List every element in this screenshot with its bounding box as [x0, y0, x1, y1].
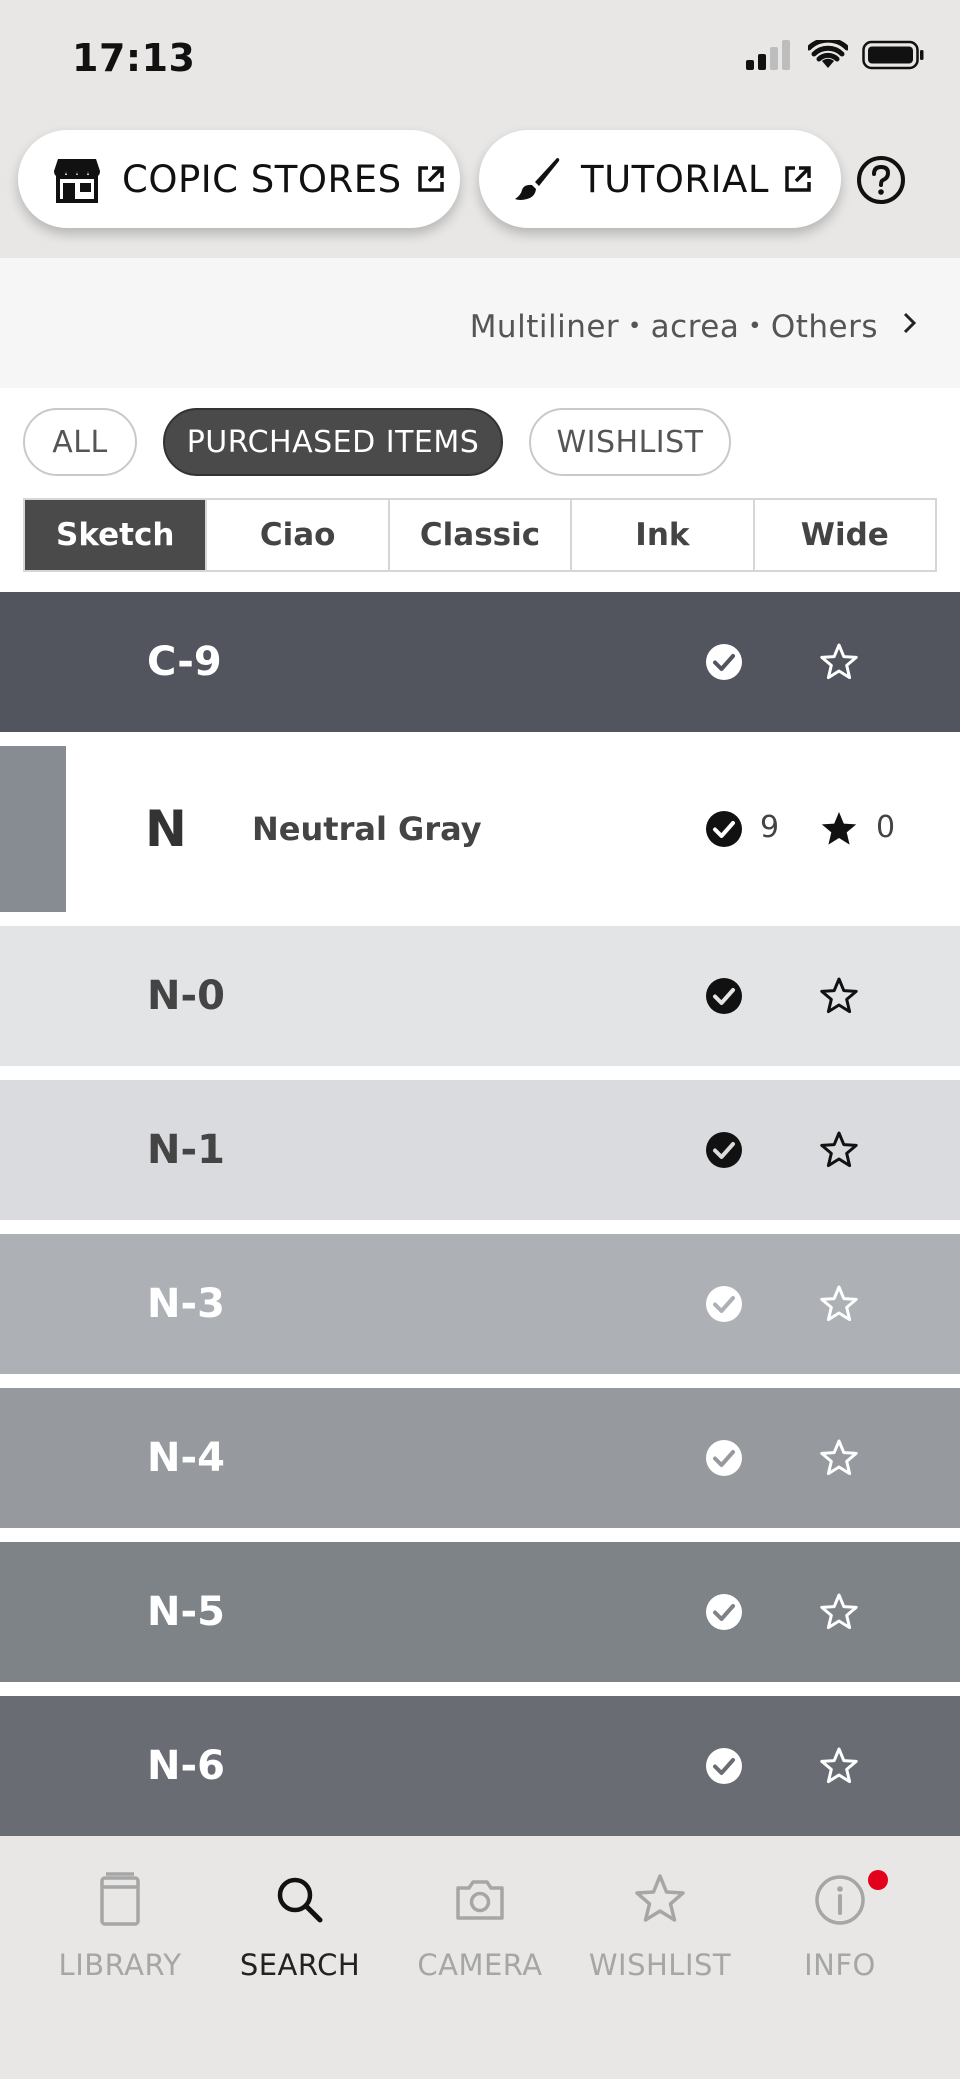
cellular-signal-icon: [746, 40, 790, 70]
purchased-check-icon[interactable]: [705, 1285, 743, 1323]
color-code: C-9: [147, 639, 222, 685]
purchased-count: 9: [760, 810, 780, 845]
wishlist-star-icon[interactable]: [819, 976, 859, 1016]
color-code: N-6: [147, 1743, 225, 1789]
purchased-check-icon[interactable]: [705, 643, 743, 681]
purchased-check-icon[interactable]: [705, 1593, 743, 1631]
tab-sketch[interactable]: Sketch: [25, 500, 208, 570]
help-icon[interactable]: [856, 155, 906, 205]
wishlist-star-icon[interactable]: [819, 1592, 859, 1632]
color-row-n-6[interactable]: N-6: [0, 1696, 960, 1836]
top-bar: COPIC STORES TUTORIAL: [0, 128, 960, 258]
filter-area: ALL PURCHASED ITEMS WISHLIST Sketch Ciao…: [0, 388, 960, 574]
chevron-right-icon: [903, 312, 917, 334]
tab-ink[interactable]: Ink: [572, 500, 755, 570]
filter-wishlist[interactable]: WISHLIST: [529, 408, 731, 476]
wishlist-star-icon[interactable]: [819, 1130, 859, 1170]
purchased-check-icon[interactable]: [705, 977, 743, 1015]
wishlist-star-icon[interactable]: [819, 1438, 859, 1478]
tutorial-button[interactable]: TUTORIAL: [479, 130, 841, 228]
group-swatch: [0, 746, 66, 912]
copic-stores-label: COPIC STORES: [122, 157, 402, 201]
nav-search-label: SEARCH: [239, 1948, 361, 1982]
copic-stores-button[interactable]: COPIC STORES: [18, 130, 460, 228]
external-link-icon: [785, 166, 811, 192]
nav-info-label: INFO: [804, 1948, 876, 1982]
group-letter: N: [145, 800, 187, 858]
color-row-c-9[interactable]: C-9: [0, 592, 960, 732]
store-icon: [54, 159, 100, 203]
paintbrush-icon: [515, 158, 560, 200]
status-time: 17:13: [72, 36, 196, 80]
filter-purchased-items[interactable]: PURCHASED ITEMS: [163, 408, 503, 476]
breadcrumb-text: Multiliner・acrea・Others: [469, 308, 878, 345]
product-tabs: Sketch Ciao Classic Ink Wide: [23, 498, 937, 572]
color-row-n-0[interactable]: N-0: [0, 926, 960, 1066]
library-book-icon: [100, 1872, 140, 1926]
color-group-neutral-gray[interactable]: N Neutral Gray 9 0: [0, 746, 960, 912]
purchased-check-icon[interactable]: [705, 1747, 743, 1785]
wishlist-star-icon[interactable]: [819, 642, 859, 682]
color-code: N-3: [147, 1281, 225, 1327]
status-bar: 17:13: [0, 0, 960, 120]
star-icon: [635, 1874, 685, 1922]
external-link-icon: [417, 166, 444, 192]
purchased-check-icon[interactable]: [705, 1131, 743, 1169]
color-code: N-0: [147, 973, 225, 1019]
color-row-n-3[interactable]: N-3: [0, 1234, 960, 1374]
star-filled-icon: [821, 812, 857, 845]
search-icon: [277, 1877, 323, 1923]
wifi-icon: [808, 40, 848, 68]
nav-library-label: LIBRARY: [58, 1948, 182, 1982]
wishlist-star-icon[interactable]: [819, 1746, 859, 1786]
group-name: Neutral Gray: [252, 810, 482, 848]
purchased-check-icon[interactable]: [705, 1439, 743, 1477]
color-row-n-1[interactable]: N-1: [0, 1080, 960, 1220]
nav-camera[interactable]: CAMERA: [390, 1870, 570, 1990]
nav-camera-label: CAMERA: [417, 1948, 543, 1982]
filter-all[interactable]: ALL: [23, 408, 137, 476]
nav-search[interactable]: SEARCH: [210, 1870, 390, 1990]
status-icons: [746, 40, 924, 70]
notification-badge: [868, 1870, 888, 1890]
nav-wishlist-label: WISHLIST: [588, 1948, 732, 1982]
battery-icon: [862, 40, 924, 70]
info-icon: [815, 1875, 865, 1925]
color-code: N-4: [147, 1435, 225, 1481]
wishlist-count: 0: [876, 810, 896, 845]
tab-classic[interactable]: Classic: [389, 500, 573, 570]
nav-info[interactable]: INFO: [750, 1870, 930, 1990]
tutorial-label: TUTORIAL: [581, 157, 769, 201]
bottom-navigation: LIBRARY SEARCH CAMERA WISHLIST INFO: [0, 1836, 960, 2079]
tab-ciao[interactable]: Ciao: [207, 500, 390, 570]
color-code: N-1: [147, 1127, 225, 1173]
color-row-n-4[interactable]: N-4: [0, 1388, 960, 1528]
tab-wide[interactable]: Wide: [754, 500, 936, 570]
category-breadcrumb[interactable]: Multiliner・acrea・Others: [0, 258, 960, 388]
color-row-n-5[interactable]: N-5: [0, 1542, 960, 1682]
nav-library[interactable]: LIBRARY: [30, 1870, 210, 1990]
color-list: C-9 N Neutral Gray 9 0 N-0 N-1 N-3 N-4 N…: [0, 574, 960, 1836]
purchased-check-icon: [706, 811, 742, 847]
camera-icon: [456, 1880, 504, 1920]
nav-wishlist[interactable]: WISHLIST: [570, 1870, 750, 1990]
color-code: N-5: [147, 1589, 225, 1635]
wishlist-star-icon[interactable]: [819, 1284, 859, 1324]
